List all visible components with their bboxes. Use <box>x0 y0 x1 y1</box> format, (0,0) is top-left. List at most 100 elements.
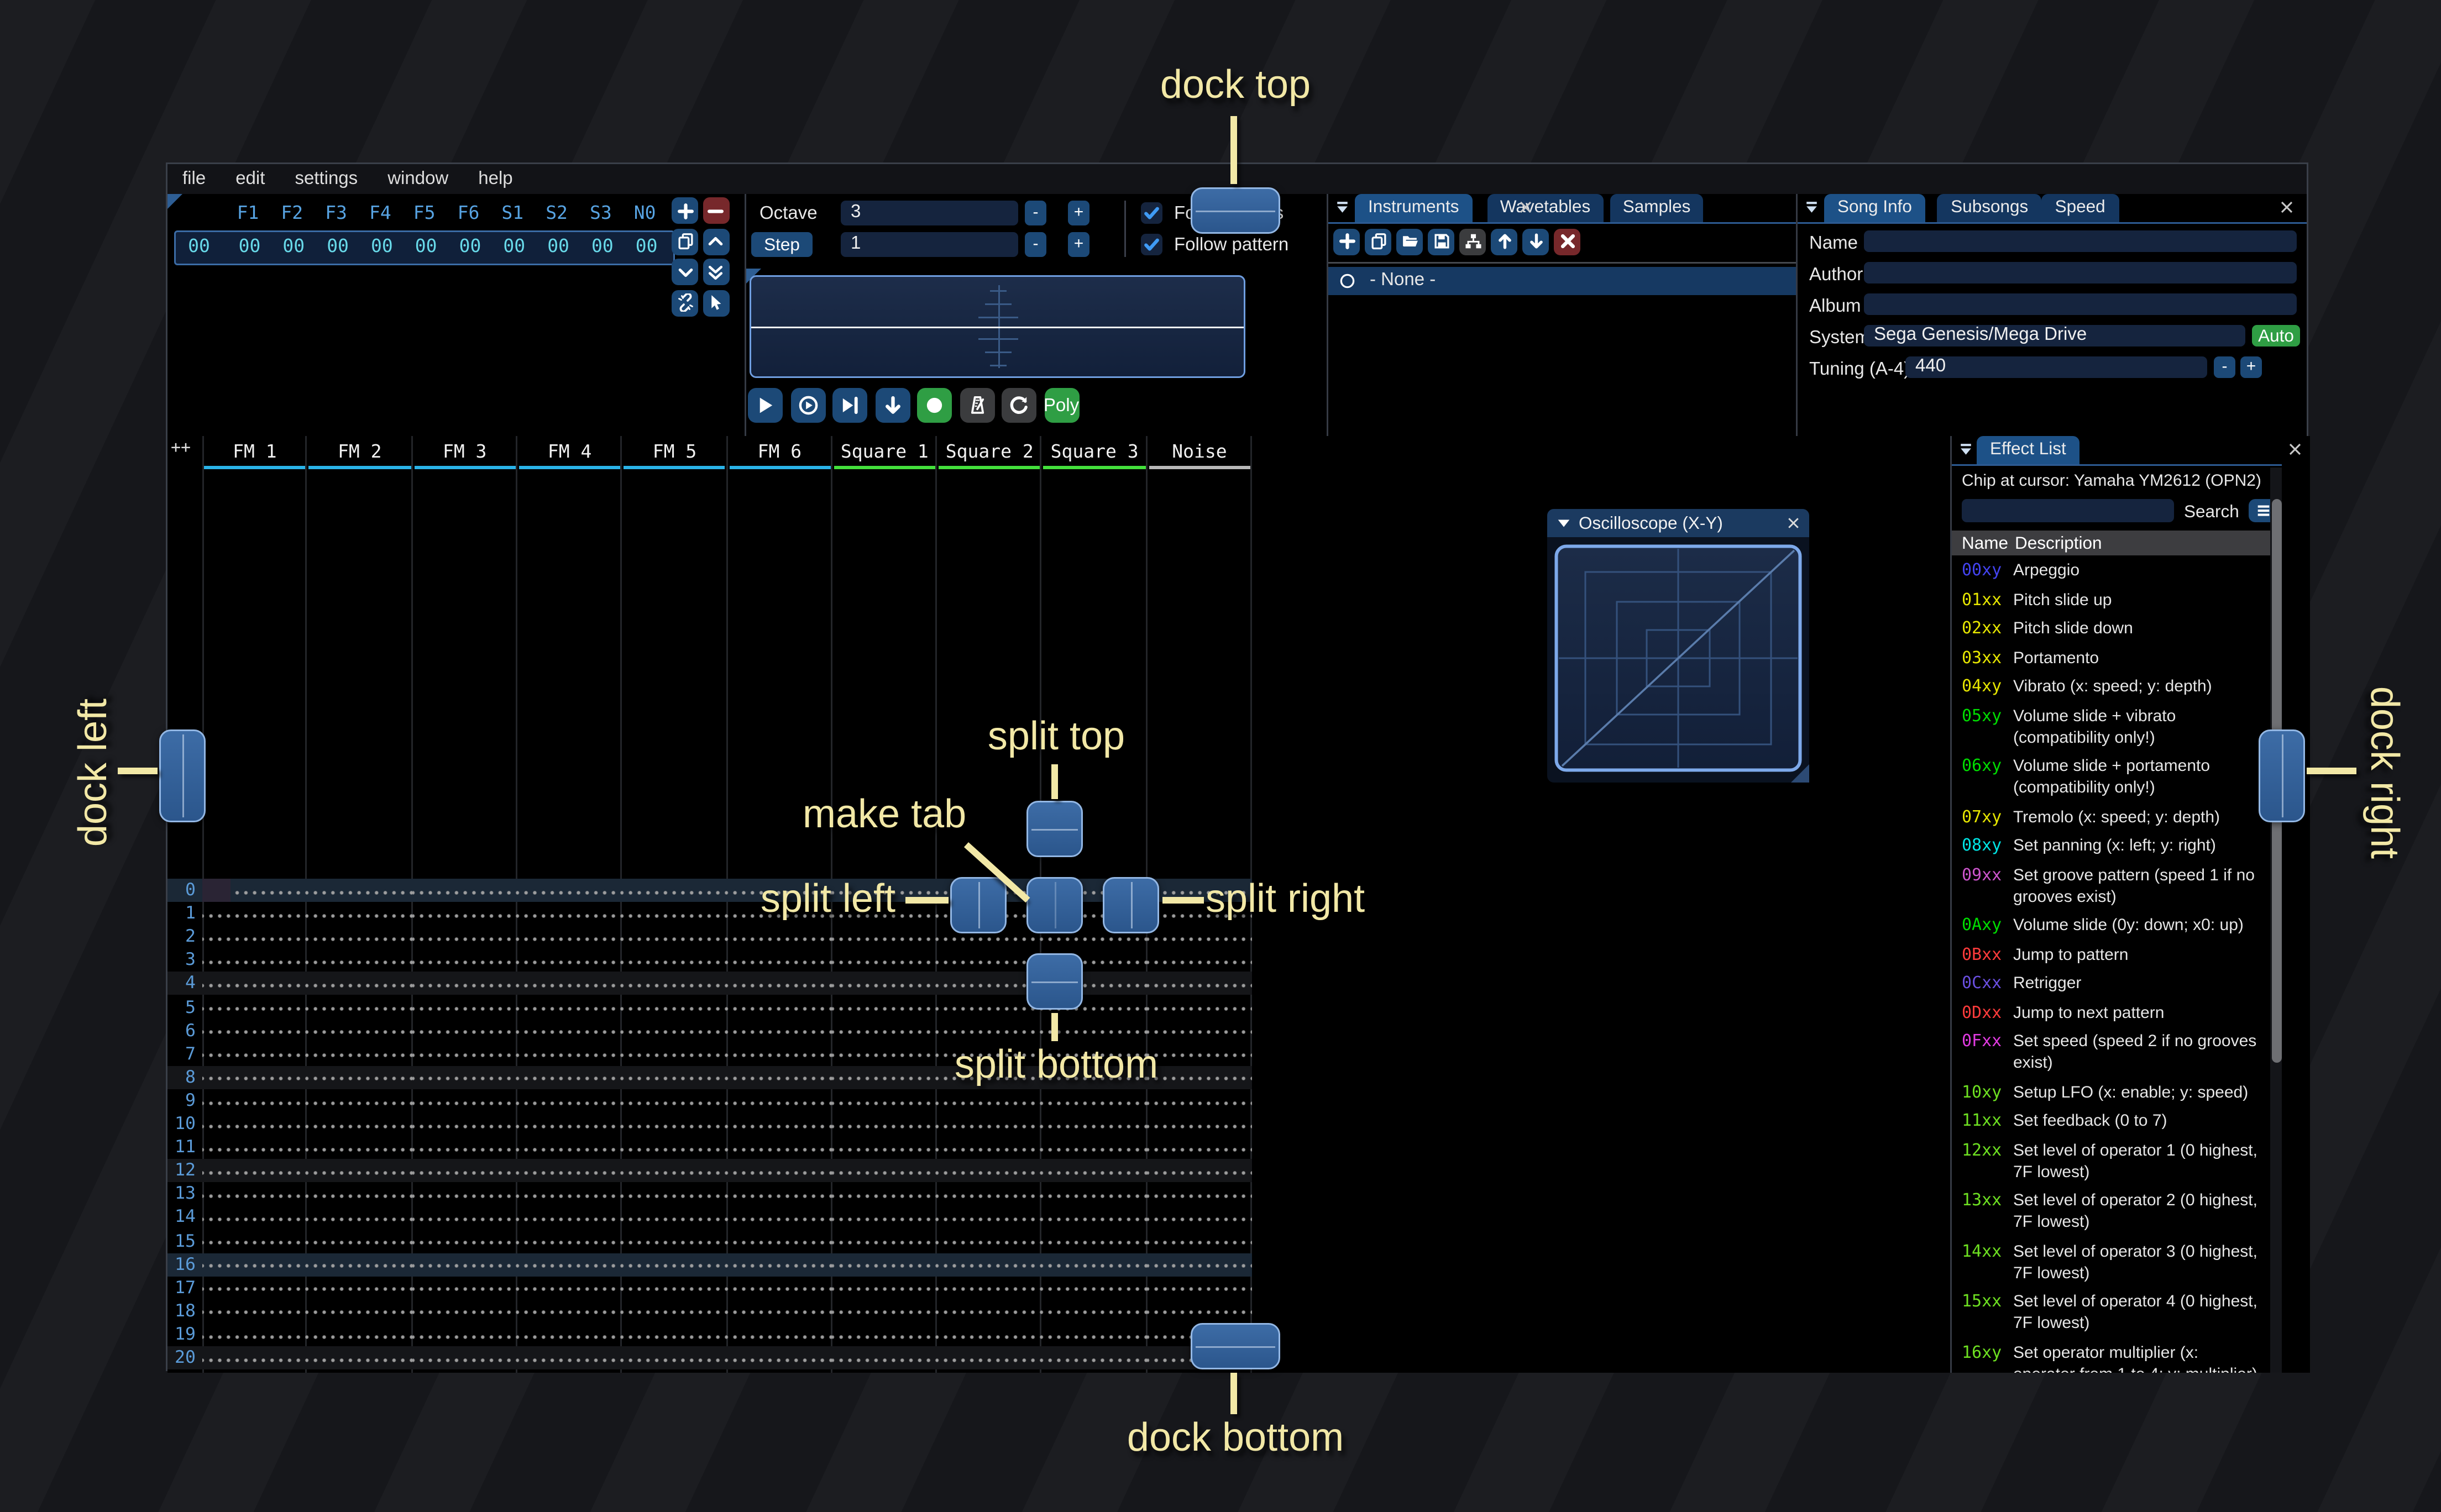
effect-search-input[interactable] <box>1962 499 2174 522</box>
pattern-cell[interactable] <box>412 1136 517 1159</box>
channel-header-fm-6[interactable]: FM 6 <box>727 441 832 463</box>
pattern-cell[interactable] <box>727 1276 832 1300</box>
pattern-cell[interactable] <box>622 879 727 902</box>
double-chevron-down-button[interactable] <box>702 259 729 285</box>
pattern-cell[interactable] <box>1042 1019 1148 1043</box>
pattern-cell[interactable] <box>202 1229 307 1253</box>
follow-orders-checkbox[interactable] <box>1141 202 1162 224</box>
pattern-cell[interactable] <box>202 1042 307 1066</box>
pattern-cell[interactable] <box>1042 1112 1148 1136</box>
copy-button[interactable] <box>672 228 698 255</box>
pattern-cell[interactable] <box>622 1276 727 1300</box>
pattern-cell[interactable] <box>832 1346 937 1370</box>
effect-row[interactable]: 13xx Set level of operator 2 (0 highest, … <box>1952 1187 2270 1238</box>
effect-row[interactable]: 0Dxx Jump to next pattern <box>1952 999 2270 1028</box>
effect-row[interactable]: 07xy Tremolo (x: speed; y: depth) <box>1952 804 2270 833</box>
channel-header-fm-4[interactable]: FM 4 <box>517 441 622 463</box>
effect-row[interactable]: 14xx Set level of operator 3 (0 highest, … <box>1952 1238 2270 1289</box>
dock-top-target[interactable] <box>1191 187 1280 234</box>
pattern-cell[interactable] <box>1147 1299 1252 1323</box>
pattern-cell[interactable] <box>1147 1252 1252 1277</box>
effect-row[interactable]: 08xy Set panning (x: left; y: right) <box>1952 832 2270 862</box>
pattern-cell[interactable] <box>412 902 517 926</box>
pattern-cell[interactable] <box>517 1322 622 1346</box>
pattern-cell[interactable] <box>832 972 937 996</box>
pattern-cell[interactable] <box>307 1089 412 1112</box>
pattern-cell[interactable] <box>937 1112 1043 1136</box>
pattern-cell[interactable] <box>412 1065 517 1089</box>
pattern-cell[interactable] <box>727 1299 832 1323</box>
channel-header-square-1[interactable]: Square 1 <box>832 441 937 463</box>
pattern-cell[interactable] <box>412 1252 517 1277</box>
repeat-button[interactable] <box>1002 388 1036 423</box>
pattern-cell[interactable] <box>307 1042 412 1066</box>
split-left-target[interactable] <box>950 877 1007 933</box>
octave-input[interactable]: 3 <box>841 201 1018 225</box>
channel-header-fm-3[interactable]: FM 3 <box>412 441 517 463</box>
effect-row[interactable]: 00xy Arpeggio <box>1952 557 2270 586</box>
pattern-cell[interactable] <box>727 1112 832 1136</box>
window-menu-icon[interactable] <box>1803 199 1821 217</box>
record-button[interactable] <box>917 388 952 423</box>
effect-row[interactable]: 10xy Setup LFO (x: enable; y: speed) <box>1952 1079 2270 1108</box>
pattern-cell[interactable] <box>622 1136 727 1159</box>
step-button[interactable]: Step <box>751 232 813 257</box>
pattern-cell[interactable] <box>517 1042 622 1066</box>
pattern-cell[interactable] <box>727 995 832 1019</box>
pattern-cell[interactable] <box>517 1136 622 1159</box>
pattern-cell[interactable] <box>937 1346 1043 1370</box>
pattern-cell[interactable] <box>1147 1229 1252 1253</box>
effect-row[interactable]: 0Fxx Set speed (speed 2 if no grooves exi… <box>1952 1028 2270 1079</box>
pattern-cell[interactable] <box>517 972 622 996</box>
pattern-cell[interactable] <box>517 995 622 1019</box>
pattern-cell[interactable] <box>727 1369 832 1373</box>
pattern-cell[interactable] <box>832 1136 937 1159</box>
effect-row[interactable]: 0Cxx Retrigger <box>1952 970 2270 999</box>
chevron-up-button[interactable] <box>702 228 729 255</box>
pattern-cell[interactable] <box>412 1369 517 1373</box>
pattern-cell[interactable] <box>202 1112 307 1136</box>
chevron-down-button[interactable] <box>672 259 698 285</box>
pattern-cell[interactable] <box>307 1136 412 1159</box>
pattern-cell[interactable] <box>622 1112 727 1136</box>
order-cell[interactable]: 00 <box>271 235 316 257</box>
pattern-cell[interactable] <box>937 1322 1043 1346</box>
pattern-cell[interactable] <box>622 1159 727 1183</box>
menu-window[interactable]: window <box>373 164 463 194</box>
octave-increment-button[interactable]: + <box>1068 201 1089 225</box>
name-input[interactable] <box>1864 230 2297 252</box>
octave-decrement-button[interactable]: - <box>1025 201 1046 225</box>
pattern-cell[interactable] <box>412 1042 517 1066</box>
pattern-cell[interactable] <box>937 1159 1043 1183</box>
effect-row[interactable]: 05xy Volume slide + vibrato (compatibilit… <box>1952 702 2270 753</box>
channel-header-square-3[interactable]: Square 3 <box>1042 441 1147 463</box>
order-cell[interactable]: 00 <box>580 235 625 257</box>
pattern-cell[interactable] <box>832 925 937 949</box>
pattern-cell[interactable] <box>202 1346 307 1370</box>
pattern-cell[interactable] <box>1147 1065 1252 1089</box>
album-input[interactable] <box>1864 293 2297 315</box>
pattern-cell[interactable] <box>622 948 727 973</box>
pattern-cell[interactable] <box>1147 1112 1252 1136</box>
pattern-cell[interactable] <box>517 1019 622 1043</box>
effect-row[interactable]: 01xx Pitch slide up <box>1952 586 2270 616</box>
pattern-cell[interactable] <box>307 972 412 996</box>
pattern-cell[interactable] <box>832 995 937 1019</box>
pattern-cell[interactable] <box>1042 1229 1148 1253</box>
pattern-cell[interactable] <box>937 1276 1043 1300</box>
pattern-cell[interactable] <box>622 1229 727 1253</box>
order-cell[interactable]: 00 <box>227 235 272 257</box>
pattern-cell[interactable] <box>832 1322 937 1346</box>
pattern-cell[interactable] <box>307 1299 412 1323</box>
effect-row[interactable]: 06xy Volume slide + portamento (compatibi… <box>1952 753 2270 804</box>
pattern-cell[interactable] <box>202 1182 307 1206</box>
poly-button[interactable]: Poly <box>1044 388 1079 423</box>
menu-settings[interactable]: settings <box>280 164 373 194</box>
pattern-cell[interactable] <box>202 1369 307 1373</box>
pattern-cell[interactable] <box>307 1206 412 1230</box>
tab-song-info[interactable]: Song Info <box>1824 194 1925 222</box>
pattern-cell[interactable] <box>307 1112 412 1136</box>
pattern-cell[interactable] <box>1042 1089 1148 1112</box>
pattern-cell[interactable] <box>832 1229 937 1253</box>
pattern-cell[interactable] <box>832 1206 937 1230</box>
